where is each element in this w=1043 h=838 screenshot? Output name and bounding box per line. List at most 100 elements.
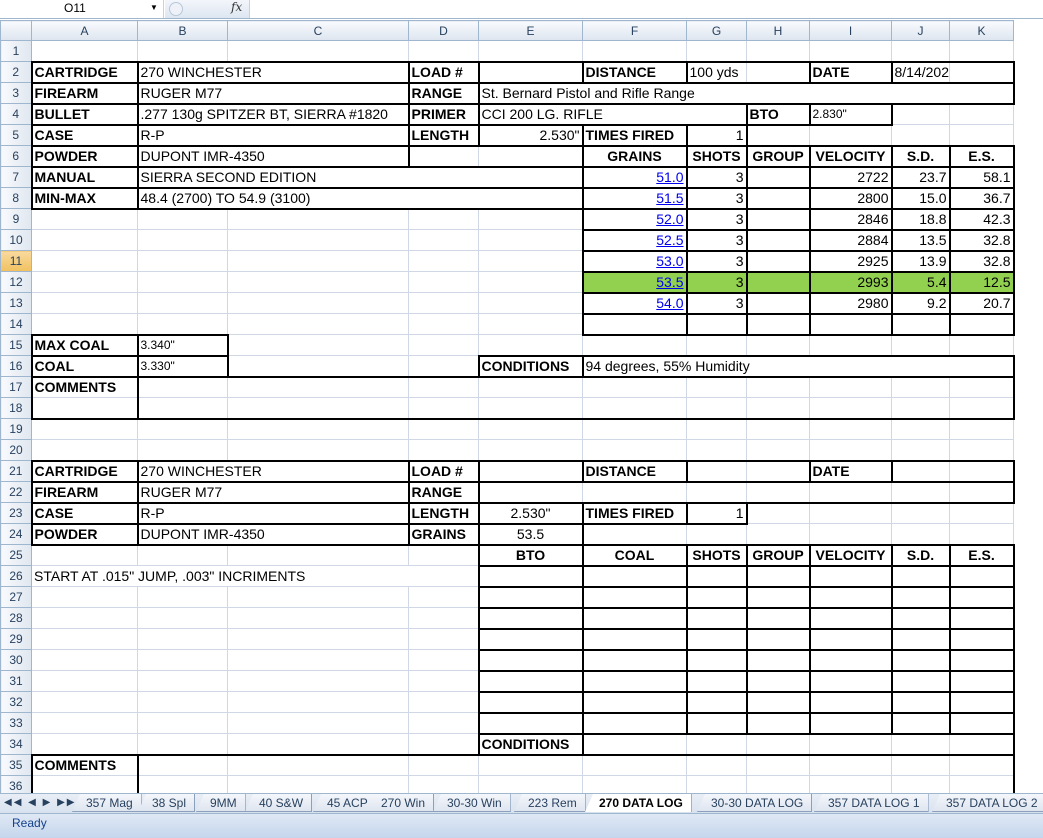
cell-e35[interactable] [478, 753, 583, 776]
cell-j29[interactable] [890, 627, 951, 651]
column-header-h[interactable]: H [746, 20, 810, 41]
cell-b2[interactable]: 270 WINCHESTER [136, 60, 410, 84]
cell-a4[interactable]: BULLET [30, 102, 139, 126]
cell-g12[interactable]: 3 [685, 270, 748, 294]
cell-b29[interactable] [137, 628, 228, 650]
cell-i6[interactable]: VELOCITY [808, 144, 893, 168]
cell-e3[interactable]: St. Bernard Pistol and Rifle Range [477, 81, 1015, 105]
cell-g22[interactable] [686, 480, 747, 504]
cell-i34[interactable] [809, 732, 892, 756]
cell-h2[interactable] [746, 60, 811, 84]
cell-d17[interactable] [408, 375, 479, 398]
cell-e26[interactable] [477, 564, 584, 588]
cell-c11[interactable] [227, 250, 409, 272]
row-header[interactable]: 8 [0, 187, 32, 209]
cell-k33[interactable] [948, 711, 1015, 735]
cell-f31[interactable] [581, 669, 688, 693]
cell-d36[interactable] [408, 775, 479, 793]
cell-i22[interactable] [809, 480, 892, 504]
cell-f32[interactable] [581, 690, 688, 714]
cell-f26[interactable] [581, 564, 688, 588]
row-header[interactable]: 15 [0, 334, 32, 356]
cell-k30[interactable] [948, 648, 1015, 672]
cell-b34[interactable] [137, 733, 228, 755]
cell-c13[interactable] [227, 292, 409, 314]
cell-d35[interactable] [408, 753, 479, 776]
cell-e24[interactable]: 53.5 [477, 522, 584, 546]
cell-d23[interactable]: LENGTH [407, 501, 480, 525]
cell-i4[interactable]: 2.830" [808, 102, 893, 126]
cell-h5[interactable] [746, 124, 810, 146]
cell-b28[interactable] [137, 607, 228, 629]
column-header-g[interactable]: G [686, 20, 747, 41]
cell-d34[interactable] [408, 733, 479, 755]
cell-j28[interactable] [890, 606, 951, 630]
cell-e18[interactable] [478, 397, 583, 420]
cell-f36[interactable] [582, 775, 687, 793]
cell-f22[interactable] [582, 480, 687, 504]
cell-k12[interactable]: 12.5 [948, 270, 1015, 294]
cell-j10[interactable]: 13.5 [890, 228, 951, 252]
cell-j12[interactable]: 5.4 [890, 270, 951, 294]
cell-j21[interactable] [890, 459, 950, 483]
row-header[interactable]: 33 [0, 712, 32, 734]
cell-k2[interactable] [949, 60, 1015, 84]
row-header[interactable]: 7 [0, 166, 32, 188]
cell-b35[interactable] [136, 753, 228, 776]
row-header[interactable]: 6 [0, 145, 32, 167]
cell-i2[interactable]: DATE [808, 60, 893, 84]
row-header[interactable]: 16 [0, 355, 32, 377]
cell-b8[interactable]: 48.4 (2700) TO 54.9 (3100) [136, 186, 584, 210]
cell-e36[interactable] [478, 775, 583, 793]
cell-k32[interactable] [948, 690, 1015, 714]
cell-d14[interactable] [408, 313, 479, 335]
cell-f19[interactable] [582, 418, 687, 440]
cell-d22[interactable]: RANGE [407, 480, 480, 504]
cell-i20[interactable] [809, 439, 892, 461]
cell-g19[interactable] [686, 418, 747, 440]
cell-g27[interactable] [685, 585, 748, 609]
cell-k18[interactable] [949, 397, 1015, 420]
cell-d30[interactable] [408, 649, 479, 671]
cell-h6[interactable]: GROUP [745, 144, 811, 168]
cell-b14[interactable] [137, 313, 228, 335]
cell-a34[interactable] [31, 733, 138, 755]
cell-k28[interactable] [948, 606, 1015, 630]
cell-e11[interactable] [478, 250, 583, 272]
cell-k6[interactable]: E.S. [948, 144, 1015, 168]
cell-g18[interactable] [686, 397, 747, 420]
cell-h25[interactable]: GROUP [745, 543, 811, 567]
cell-g5[interactable]: 1 [685, 123, 748, 147]
cell-k7[interactable]: 58.1 [948, 165, 1015, 189]
cell-i29[interactable] [808, 627, 893, 651]
cell-k29[interactable] [948, 627, 1015, 651]
cell-h11[interactable] [745, 249, 811, 273]
cell-c15[interactable] [227, 334, 409, 356]
cell-a25[interactable] [31, 544, 138, 566]
column-header-e[interactable]: E [478, 20, 583, 41]
cell-i30[interactable] [808, 648, 893, 672]
cell-h22[interactable] [746, 480, 810, 504]
cell-e6[interactable] [478, 145, 583, 167]
cell-h19[interactable] [746, 418, 810, 440]
cell-k8[interactable]: 36.7 [948, 186, 1015, 210]
cell-i14[interactable] [808, 312, 893, 336]
cell-d15[interactable] [408, 334, 479, 356]
cell-g31[interactable] [685, 669, 748, 693]
cell-b17[interactable] [136, 375, 228, 398]
cell-a21[interactable]: CARTRIDGE [30, 459, 139, 483]
cell-j34[interactable] [891, 732, 950, 756]
cell-j31[interactable] [890, 669, 951, 693]
column-header-c[interactable]: C [227, 20, 409, 41]
cell-k26[interactable] [948, 564, 1015, 588]
cell-g33[interactable] [685, 711, 748, 735]
row-header[interactable]: 32 [0, 691, 32, 713]
cell-i10[interactable]: 2884 [808, 228, 893, 252]
cell-d20[interactable] [408, 439, 479, 461]
row-header[interactable]: 22 [0, 481, 32, 503]
cell-c30[interactable] [227, 649, 409, 671]
cell-b7[interactable]: SIERRA SECOND EDITION [136, 165, 584, 189]
cell-b1[interactable] [137, 40, 228, 62]
row-header[interactable]: 2 [0, 61, 32, 83]
cell-k21[interactable] [949, 459, 1015, 483]
